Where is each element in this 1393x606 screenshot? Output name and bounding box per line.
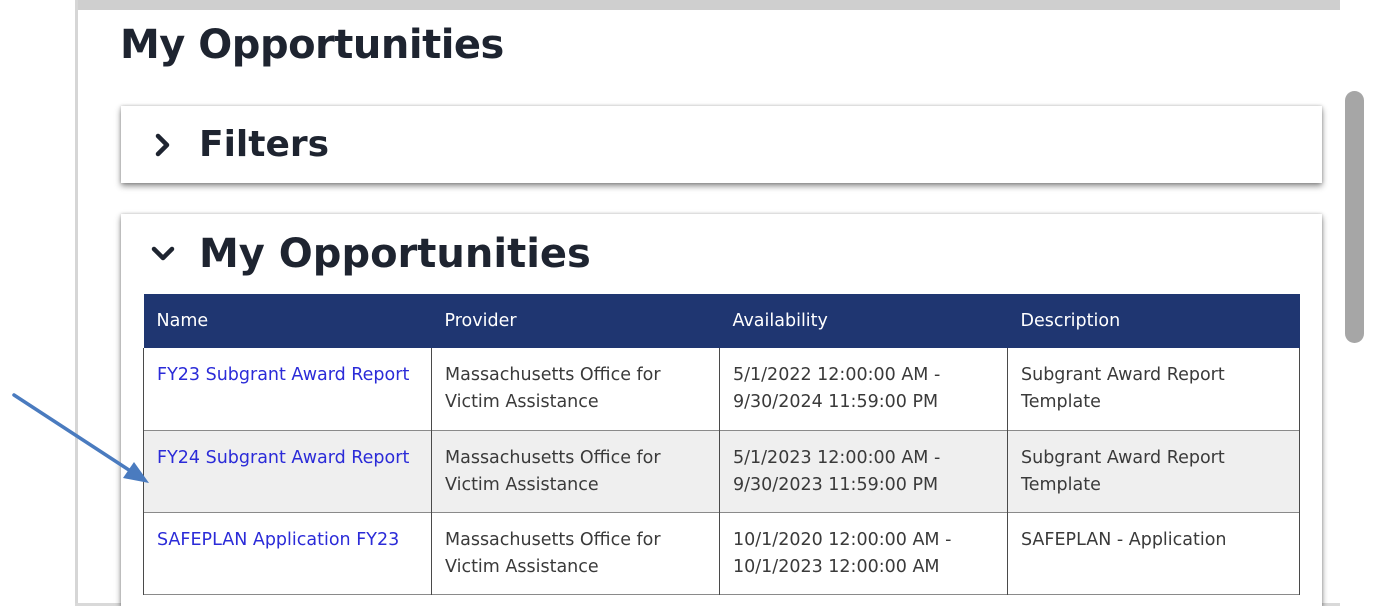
- cell-name: FY23 Subgrant Award Report: [143, 348, 432, 430]
- opportunities-title: My Opportunities: [199, 231, 591, 277]
- opportunity-link[interactable]: FY24 Subgrant Award Report: [157, 448, 409, 468]
- cell-availability: 5/1/2023 12:00:00 AM - 9/30/2023 11:59:0…: [719, 430, 1008, 512]
- cell-name: FY24 Subgrant Award Report: [143, 430, 432, 512]
- filters-panel: Filters: [121, 106, 1322, 183]
- page-title: My Opportunities: [120, 22, 504, 68]
- window-top-border: [75, 0, 1393, 10]
- table-row: FY24 Subgrant Award Report Massachusetts…: [143, 430, 1300, 512]
- window-left-border: [75, 0, 78, 606]
- table-row: FY23 Subgrant Award Report Massachusetts…: [143, 348, 1300, 430]
- chevron-down-icon: [149, 240, 177, 268]
- column-header-name[interactable]: Name: [144, 294, 432, 348]
- table-row: SAFEPLAN Application FY23 Massachusetts …: [143, 512, 1300, 594]
- filters-title: Filters: [199, 124, 330, 165]
- opportunities-panel: My Opportunities Name Provider Availabil…: [121, 214, 1322, 606]
- scrollbar-thumb[interactable]: [1345, 91, 1364, 343]
- chevron-right-icon: [149, 131, 177, 159]
- column-header-description[interactable]: Description: [1008, 294, 1300, 348]
- cell-provider: Massachusetts Office for Victim Assistan…: [431, 430, 720, 512]
- cell-provider: Massachusetts Office for Victim Assistan…: [431, 348, 720, 430]
- cell-description: Subgrant Award Report Template: [1007, 430, 1300, 512]
- table-header-row: Name Provider Availability Description: [143, 294, 1300, 348]
- opportunity-link[interactable]: FY23 Subgrant Award Report: [157, 365, 409, 385]
- opportunity-link[interactable]: SAFEPLAN Application FY23: [157, 530, 399, 550]
- cell-description: Subgrant Award Report Template: [1007, 348, 1300, 430]
- cell-description: SAFEPLAN - Application: [1007, 512, 1300, 594]
- filters-toggle[interactable]: Filters: [149, 124, 329, 165]
- opportunities-toggle[interactable]: My Opportunities: [149, 231, 591, 277]
- column-header-provider[interactable]: Provider: [432, 294, 720, 348]
- opportunities-table: Name Provider Availability Description F…: [143, 294, 1300, 595]
- column-header-availability[interactable]: Availability: [720, 294, 1008, 348]
- cell-provider: Massachusetts Office for Victim Assistan…: [431, 512, 720, 594]
- cell-name: SAFEPLAN Application FY23: [143, 512, 432, 594]
- cell-availability: 5/1/2022 12:00:00 AM - 9/30/2024 11:59:0…: [719, 348, 1008, 430]
- cell-availability: 10/1/2020 12:00:00 AM - 10/1/2023 12:00:…: [719, 512, 1008, 594]
